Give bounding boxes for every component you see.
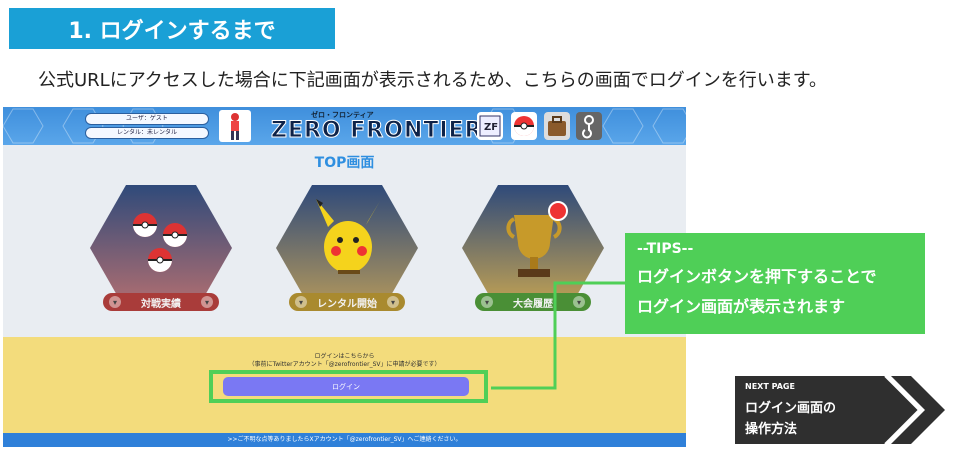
next-page-label: NEXT PAGE [745, 382, 795, 391]
next-page-title-line-1: ログイン画面の [745, 401, 837, 416]
next-page-title-line-2: 操作方法 [745, 422, 798, 437]
tips-line-1: ログインボタンを押下することで [637, 267, 877, 286]
next-page-button[interactable]: NEXT PAGE ログイン画面の 操作方法 [735, 376, 950, 444]
tips-callout: --TIPS-- ログインボタンを押下することで ログイン画面が表示されます [625, 233, 925, 334]
tips-heading: --TIPS-- [637, 241, 694, 257]
tips-line-2: ログイン画面が表示されます [637, 297, 846, 316]
